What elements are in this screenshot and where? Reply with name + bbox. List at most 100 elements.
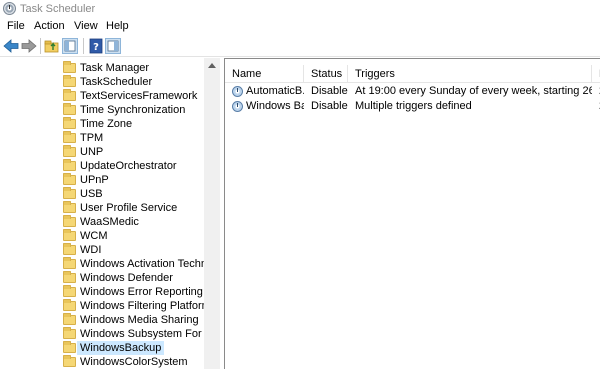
tree-item-label: WindowsColorSystem (80, 356, 188, 368)
table-row[interactable]: Windows Ba... Disabled Multiple triggers… (225, 99, 600, 114)
column-header-status[interactable]: Status (304, 65, 348, 83)
folder-icon (63, 75, 76, 87)
tree-item-label: Time Zone (80, 118, 133, 130)
menu-help[interactable]: Help (106, 20, 129, 32)
tree-item-label: Windows Subsystem For Linux (80, 328, 210, 340)
folder-icon (63, 89, 76, 101)
tree-item-label: Windows Error Reporting (80, 286, 203, 298)
task-status: Disabled (311, 100, 348, 112)
task-list-header: Name Status Triggers N (225, 65, 600, 83)
folder-icon (63, 145, 76, 157)
folder-icon (63, 103, 76, 115)
tree-item[interactable]: Windows Media Sharing (60, 313, 210, 327)
column-header-triggers[interactable]: Triggers (348, 65, 592, 83)
tree-item-label: WaaSMedic (80, 216, 139, 228)
tree-item-label: TextServicesFramework (80, 90, 198, 102)
help-icon[interactable]: ? (88, 38, 104, 54)
tree-item[interactable]: UpdateOrchestrator (60, 159, 210, 173)
tree-item-label: USB (80, 188, 103, 200)
tree-item[interactable]: Windows Subsystem For Linux (60, 327, 210, 341)
title-bar: Task Scheduler (0, 0, 600, 18)
svg-text:?: ? (93, 42, 99, 53)
task-scheduler-clock-icon (3, 2, 16, 15)
folder-icon (63, 355, 76, 367)
tree-item-label: UNP (80, 146, 104, 158)
up-folder-icon[interactable] (44, 38, 60, 54)
task-status: Disabled (311, 85, 348, 97)
tree-item[interactable]: UNP (60, 145, 210, 159)
column-header-name[interactable]: Name (225, 65, 304, 83)
window-title: Task Scheduler (20, 3, 96, 15)
folder-icon (63, 131, 76, 143)
table-row[interactable]: AutomaticB... Disabled At 19:00 every Su… (225, 84, 600, 99)
show-hide-console-tree-icon[interactable] (62, 38, 78, 54)
tree-item-label: UpdateOrchestrator (80, 160, 177, 172)
tree-item[interactable]: WindowsColorSystem (60, 355, 210, 369)
folder-icon (63, 327, 76, 339)
tree-item[interactable]: TextServicesFramework (60, 89, 210, 103)
tree-item[interactable]: WaaSMedic (60, 215, 210, 229)
folder-icon (63, 117, 76, 129)
task-next-run: 2 (592, 99, 600, 114)
menu-view[interactable]: View (74, 20, 98, 32)
task-name: AutomaticB... (246, 85, 304, 97)
tree-item[interactable]: Time Synchronization (60, 103, 210, 117)
menu-bar: File Action View Help (0, 18, 600, 35)
tree-item-label: WCM (80, 230, 108, 242)
folder-icon (63, 201, 76, 213)
folder-icon (63, 229, 76, 241)
menu-file[interactable]: File (7, 20, 25, 32)
folder-icon (63, 243, 76, 255)
task-triggers: Multiple triggers defined (355, 100, 472, 112)
folder-icon (63, 313, 76, 325)
tree-item[interactable]: USB (60, 187, 210, 201)
tree-item[interactable]: UPnP (60, 173, 210, 187)
tree-item-label: TPM (80, 132, 104, 144)
tree-item[interactable]: Time Zone (60, 117, 210, 131)
tree-item-label: Windows Media Sharing (80, 314, 199, 326)
scroll-up-arrow-icon[interactable] (208, 63, 216, 68)
task-next-run: 2 (592, 84, 600, 99)
tree-item-label: Task Manager (80, 62, 150, 74)
tree-item-label: WindowsBackup (77, 341, 165, 355)
tree-scrollbar[interactable] (204, 58, 220, 369)
tree-item[interactable]: Windows Activation Technologies (60, 257, 210, 271)
tree-item-label: UPnP (80, 174, 109, 186)
tree-item[interactable]: TaskScheduler (60, 75, 210, 89)
task-list: Name Status Triggers N AutomaticB... Dis… (224, 58, 600, 369)
tree-item-label: User Profile Service (80, 202, 178, 214)
toolbar: ? (0, 35, 600, 57)
column-header-next-run[interactable]: N (592, 65, 600, 83)
folder-icon (63, 341, 76, 353)
folder-icon (63, 271, 76, 283)
tree-item-selected[interactable]: WindowsBackup (60, 341, 210, 355)
tree-item-label: Time Synchronization (80, 104, 186, 116)
toolbar-separator (83, 38, 84, 54)
toolbar-separator (40, 38, 41, 54)
folder-icon (63, 159, 76, 171)
tree-item[interactable]: WCM (60, 229, 210, 243)
task-triggers: At 19:00 every Sunday of every week, sta… (355, 85, 592, 97)
menu-action[interactable]: Action (34, 20, 65, 32)
folder-icon (63, 257, 76, 269)
tree-item[interactable]: Windows Error Reporting (60, 285, 210, 299)
tree-item[interactable]: Windows Filtering Platform (60, 299, 210, 313)
forward-arrow-icon[interactable] (21, 38, 37, 54)
tree-item[interactable]: Task Manager (60, 61, 210, 75)
folder-icon (63, 299, 76, 311)
console-tree: Task Manager TaskScheduler TextServicesF… (0, 58, 220, 369)
tree-item[interactable]: WDI (60, 243, 210, 257)
tree-item[interactable]: Windows Defender (60, 271, 210, 285)
folder-icon (63, 61, 76, 73)
tree-item[interactable]: User Profile Service (60, 201, 210, 215)
folder-icon (63, 285, 76, 297)
tree-item-label: TaskScheduler (80, 76, 153, 88)
task-name: Windows Ba... (246, 100, 304, 112)
show-hide-action-pane-icon[interactable] (105, 38, 121, 54)
tree-item-label: Windows Defender (80, 272, 173, 284)
tree-item[interactable]: TPM (60, 131, 210, 145)
folder-icon (63, 215, 76, 227)
back-arrow-icon[interactable] (3, 38, 19, 54)
folder-icon (63, 187, 76, 199)
folder-icon (63, 173, 76, 185)
